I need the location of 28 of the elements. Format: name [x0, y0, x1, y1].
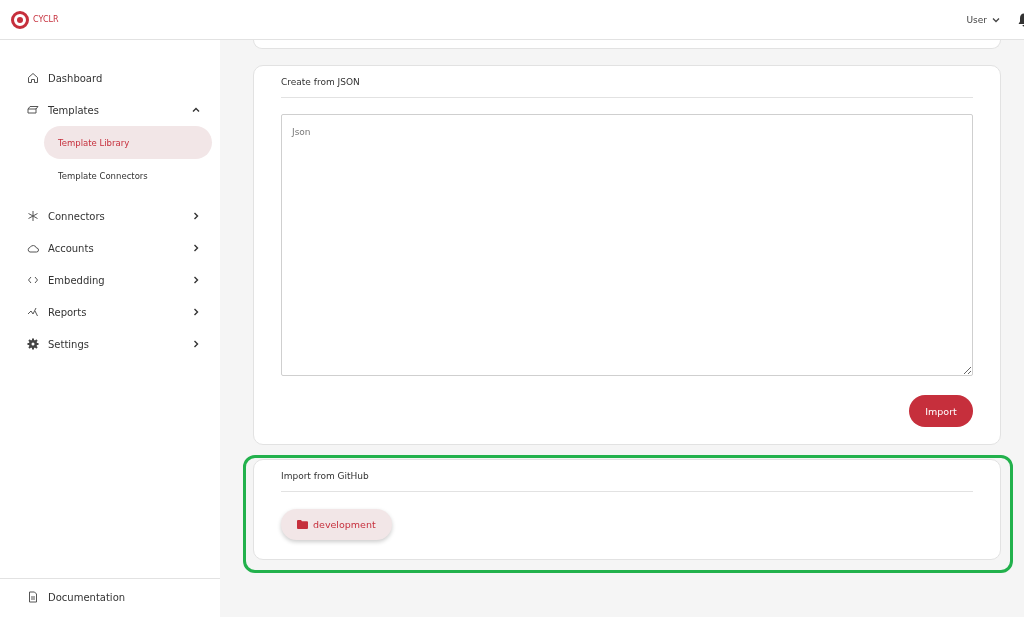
home-icon [27, 72, 39, 84]
card-title: Import from GitHub [281, 460, 973, 492]
folder-icon [297, 520, 308, 529]
nav-item[interactable]: Templates [0, 94, 220, 126]
json-input-field[interactable]: Json [281, 114, 973, 376]
user-menu[interactable]: User [966, 14, 1000, 25]
code-icon [27, 274, 39, 286]
nav-subitem[interactable]: Template Library [44, 126, 212, 159]
folder-button[interactable]: development [281, 509, 392, 540]
documentation-link[interactable]: Documentation [0, 581, 220, 613]
logo-text: CYCLR [33, 15, 59, 24]
nav-item[interactable]: Embedding [0, 264, 220, 296]
nav-item[interactable]: Reports [0, 296, 220, 328]
nav-item[interactable]: Connectors [0, 200, 220, 232]
logo-icon [10, 9, 30, 30]
cloud-icon [27, 242, 39, 254]
import-button[interactable]: Import [909, 395, 973, 427]
nav-item[interactable]: Settings [0, 328, 220, 360]
nav-subitem[interactable]: Template Connectors [44, 159, 212, 192]
settings-icon [27, 338, 39, 350]
nav-item[interactable]: Accounts [0, 232, 220, 264]
chart-icon [27, 306, 39, 318]
nav-item[interactable]: Dashboard [0, 62, 220, 94]
document-icon [27, 591, 39, 603]
star-icon [27, 210, 39, 222]
stack-icon [27, 104, 39, 116]
card-title: Create from JSON [281, 66, 973, 98]
chevron-down-icon [992, 16, 1000, 23]
